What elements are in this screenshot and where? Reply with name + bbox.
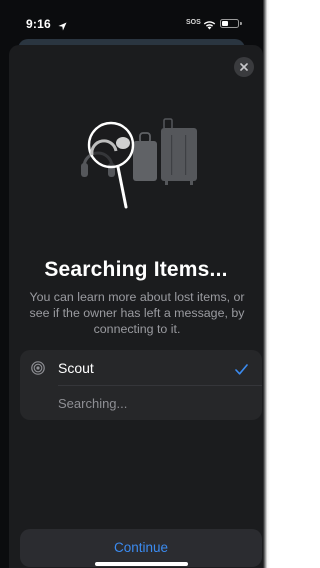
phone-screen: 9:16 SOS Searching Items... You can lear…	[0, 0, 270, 568]
magnifying-glass-over-items-illustration	[78, 115, 202, 220]
close-icon	[240, 63, 248, 71]
status-bar: 9:16 SOS	[0, 0, 263, 44]
wifi-icon	[203, 17, 216, 35]
airtag-icon	[31, 361, 45, 375]
battery-tip	[240, 22, 242, 25]
description-text: You can learn more about lost items, or …	[29, 290, 245, 336]
list-item-scout[interactable]: Scout	[20, 350, 262, 385]
location-arrow-icon	[58, 18, 67, 36]
home-indicator	[95, 562, 188, 566]
divider	[58, 385, 262, 386]
status-time: 9:16	[26, 17, 51, 31]
close-button[interactable]	[234, 57, 254, 77]
item-name: Scout	[58, 360, 94, 376]
battery-level	[222, 21, 228, 26]
page-title: Searching Items...	[44, 258, 228, 281]
carrier-label: SOS	[186, 19, 201, 26]
item-list: Scout Searching...	[20, 350, 262, 420]
checkmark-icon	[235, 362, 248, 380]
item-status: Searching...	[58, 396, 128, 411]
device-edge	[263, 0, 270, 568]
battery-icon	[220, 19, 239, 28]
